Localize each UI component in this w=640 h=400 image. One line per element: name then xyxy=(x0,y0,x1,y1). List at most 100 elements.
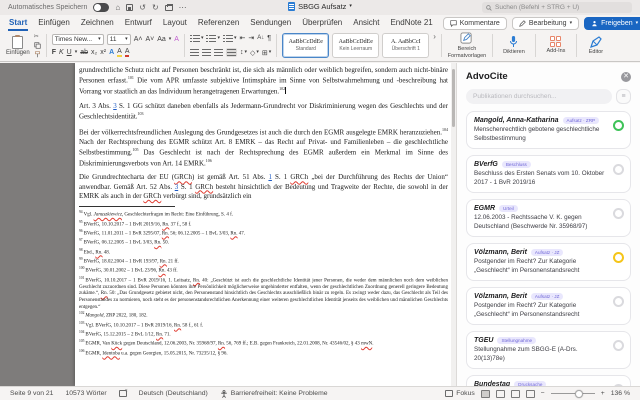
tab-entwurf[interactable]: Entwurf xyxy=(124,16,153,31)
clear-formatting-button[interactable]: A xyxy=(174,36,179,43)
tab-einfügen[interactable]: Einfügen xyxy=(37,16,71,31)
bold-button[interactable]: F xyxy=(52,49,56,56)
style-überschrift-1[interactable]: A. AaBbCcI Überschrift 1 xyxy=(382,33,430,58)
zoom-in-button[interactable]: + xyxy=(601,390,605,397)
redo-icon[interactable]: ↻ xyxy=(152,3,159,12)
language-indicator[interactable]: Deutsch (Deutschland) xyxy=(139,390,208,397)
print-icon[interactable] xyxy=(164,4,173,11)
status-indicator[interactable] xyxy=(613,296,624,307)
italic-button[interactable]: K xyxy=(59,49,64,56)
status-indicator[interactable] xyxy=(613,120,624,131)
view-print-layout-button[interactable] xyxy=(480,389,490,398)
align-center-button[interactable] xyxy=(201,49,211,56)
cut-button[interactable]: ✂ xyxy=(34,33,41,40)
style-kein-leerraum[interactable]: AaBbCcDdEe Kein Leerraum xyxy=(332,33,380,58)
tab-sendungen[interactable]: Sendungen xyxy=(249,16,292,31)
editing-mode-button[interactable]: Bearbeitung ▾ xyxy=(511,16,580,30)
word-window: Automatisches Speichern ⌂ ↺ ↻ ⋯ SBGG Auf… xyxy=(0,0,640,400)
align-right-button[interactable] xyxy=(213,49,223,56)
shading-button[interactable]: ◇ ▾ xyxy=(250,49,259,57)
scrollbar-thumb[interactable] xyxy=(452,69,455,127)
status-indicator[interactable] xyxy=(613,208,624,219)
undo-icon[interactable]: ↺ xyxy=(139,3,146,12)
style-standard[interactable]: AaBbCcDdEe Standard xyxy=(282,33,330,58)
accessibility-status[interactable]: Barrierefreiheit: Keine Probleme xyxy=(220,389,328,398)
autosave-toggle[interactable] xyxy=(93,3,110,12)
font-name-select[interactable]: Times New... ▾ xyxy=(51,34,104,45)
subscript-button[interactable]: x₂ xyxy=(91,49,97,56)
word-count[interactable]: 10573 Wörter xyxy=(65,390,106,397)
citation-card[interactable]: TGEU Stellungnahme Stellungnahme zum SBGG-… xyxy=(466,331,631,369)
citation-card[interactable]: BundestagDrucksacheEntwurf eines Gesetze… xyxy=(466,375,631,386)
citation-card[interactable]: Mangold, Anna-Katharina Aufsatz · ZRP Mens… xyxy=(466,111,631,149)
status-indicator[interactable] xyxy=(613,252,624,263)
view-draft-button[interactable] xyxy=(525,389,535,398)
comments-button[interactable]: Kommentare xyxy=(442,16,507,30)
citation-card[interactable]: Völzmann, Berit Aufsatz · JZ Postgender im… xyxy=(466,243,631,281)
gallery-expander[interactable]: › xyxy=(433,32,436,59)
close-icon[interactable]: ✕ xyxy=(621,71,631,82)
page-indicator[interactable]: Seite 9 von 21 xyxy=(10,390,53,397)
numbered-list-button[interactable]: ▾ xyxy=(206,34,220,42)
tab-überprüfen[interactable]: Überprüfen xyxy=(301,16,343,31)
view-outline-button[interactable] xyxy=(510,389,520,398)
footnote: 105EGMR, Van Kück gegen Deutschland, 12.… xyxy=(79,339,374,347)
status-indicator[interactable] xyxy=(613,340,624,351)
tab-ansicht[interactable]: Ansicht xyxy=(352,16,380,31)
editor-button[interactable]: Editor xyxy=(582,32,610,59)
zoom-out-button[interactable]: − xyxy=(541,390,545,397)
styles-pane-button[interactable]: Bereich Formatvorlagen xyxy=(447,32,487,59)
addins-button[interactable]: Add-Ins xyxy=(541,32,571,59)
text-effects-button[interactable]: A xyxy=(109,49,114,56)
citation-search-input[interactable] xyxy=(466,89,612,104)
zoom-level[interactable]: 136 % xyxy=(611,390,630,397)
bullet-list-button[interactable]: ▾ xyxy=(189,34,203,42)
dictate-button[interactable]: Diktieren xyxy=(498,32,530,59)
highlight-color-button[interactable]: A xyxy=(117,48,122,57)
home-icon[interactable]: ⌂ xyxy=(115,3,120,12)
document-canvas[interactable]: grundrechtliche Schutz nicht auf Persone… xyxy=(0,63,456,386)
document-title[interactable]: SBGG Aufsatz ▾ xyxy=(288,2,352,11)
grow-font-button[interactable]: A˄ xyxy=(134,36,143,43)
underline-button[interactable]: U xyxy=(67,49,72,56)
paste-button[interactable]: Einfügen xyxy=(6,32,30,59)
multilevel-list-button[interactable]: ▾ xyxy=(223,34,237,42)
citation-card[interactable]: BVerfG Beschluss Beschluss des Ersten Sena… xyxy=(466,155,631,193)
scrollbar[interactable] xyxy=(451,63,456,386)
superscript-button[interactable]: x² xyxy=(100,49,106,56)
filter-button[interactable]: ≡ xyxy=(616,89,631,104)
justify-button[interactable] xyxy=(225,48,237,57)
copy-icon[interactable] xyxy=(34,42,41,49)
pilcrow-button[interactable]: ¶ xyxy=(267,35,271,42)
tab-layout[interactable]: Layout xyxy=(162,16,188,31)
zoom-slider[interactable] xyxy=(550,389,595,398)
decrease-indent-button[interactable]: ⇤ xyxy=(240,34,246,42)
tab-referenzen[interactable]: Referenzen xyxy=(197,16,240,31)
citation-card[interactable]: EGMR Urteil 12.06.2003 - Rechtssache V. K.… xyxy=(466,199,631,237)
tab-zeichnen[interactable]: Zeichnen xyxy=(80,16,115,31)
line-spacing-button[interactable]: ↕ ▾ xyxy=(240,49,247,56)
font-size-select[interactable]: 11 ▾ xyxy=(106,34,131,45)
change-case-button[interactable]: Aa xyxy=(157,36,166,43)
citation-card[interactable]: Völzmann, Berit Aufsatz · JZ Postgender im… xyxy=(466,287,631,325)
status-indicator[interactable] xyxy=(613,164,624,175)
share-button[interactable]: Freigeben ▾ xyxy=(584,16,640,30)
borders-button[interactable]: ⊞ ▾ xyxy=(262,49,271,57)
proofing-icon[interactable] xyxy=(118,388,128,397)
strikethrough-button[interactable]: ab xyxy=(80,49,88,56)
document-page[interactable]: grundrechtliche Schutz nicht auf Persone… xyxy=(75,63,452,386)
font-color-button[interactable]: A xyxy=(124,48,130,57)
view-web-layout-button[interactable] xyxy=(495,389,505,398)
increase-indent-button[interactable]: ⇥ xyxy=(248,34,254,42)
format-painter-icon[interactable] xyxy=(34,51,41,58)
search-input[interactable]: Suchen (Befehl + STRG + U) xyxy=(482,2,632,13)
tab-start[interactable]: Start xyxy=(8,16,29,31)
focus-mode-button[interactable]: Fokus xyxy=(445,390,475,397)
shrink-font-button[interactable]: A˅ xyxy=(145,36,154,43)
more-icon[interactable]: ⋯ xyxy=(179,3,187,12)
tab-endnote-21[interactable]: EndNote 21 xyxy=(389,16,433,31)
align-left-button[interactable] xyxy=(189,49,199,56)
zoom-slider-knob[interactable] xyxy=(574,389,583,398)
save-icon[interactable] xyxy=(126,4,134,11)
sort-button[interactable]: A↓ xyxy=(257,35,264,41)
